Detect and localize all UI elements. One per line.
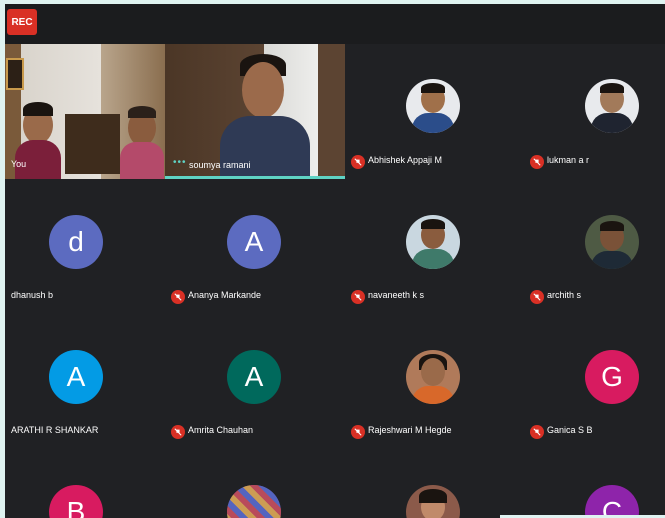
- participant-tile[interactable]: Abhishek Appaji M: [345, 44, 521, 177]
- avatar: A: [227, 215, 281, 269]
- participant-tile[interactable]: archith s: [524, 179, 665, 312]
- participant-tile[interactable]: [345, 449, 521, 518]
- participant-name: Abhishek Appaji M: [368, 155, 443, 165]
- participant-name: Rajeshwari M Hegde: [368, 425, 452, 435]
- participant-tile[interactable]: C: [524, 449, 665, 518]
- participant-tile[interactable]: G Ganica S B: [524, 314, 665, 447]
- top-bar: REC: [5, 4, 665, 44]
- speaking-indicator-icon: •••: [173, 157, 187, 168]
- person-right: [120, 106, 164, 179]
- participant-tile[interactable]: B: [5, 449, 167, 518]
- participant-name: Ananya Markande: [188, 290, 262, 300]
- avatar: d: [49, 215, 103, 269]
- mic-muted-icon: [351, 155, 365, 169]
- participant-tile[interactable]: [165, 449, 341, 518]
- mic-muted-icon: [171, 425, 185, 439]
- avatar: A: [49, 350, 103, 404]
- participant-tile[interactable]: A ARATHI R SHANKAR: [5, 314, 167, 447]
- speaker-name-label: soumya ramani: [189, 160, 251, 170]
- mic-muted-icon: [530, 425, 544, 439]
- avatar: [406, 215, 460, 269]
- participant-tile[interactable]: A Amrita Chauhan: [165, 314, 341, 447]
- avatar: A: [227, 350, 281, 404]
- participant-tile[interactable]: Rajeshwari M Hegde: [345, 314, 521, 447]
- participant-tile[interactable]: lukman a r: [524, 44, 665, 177]
- picture-frame: [6, 58, 24, 90]
- participant-name: dhanush b: [11, 290, 54, 300]
- self-name-label: You: [11, 159, 27, 169]
- participant-tile[interactable]: d dhanush b: [5, 179, 167, 312]
- avatar: [406, 79, 460, 133]
- mic-muted-icon: [530, 290, 544, 304]
- mic-muted-icon: [530, 155, 544, 169]
- avatar: [585, 79, 639, 133]
- self-video-tile[interactable]: You: [5, 44, 165, 179]
- avatar: [406, 485, 460, 518]
- participant-name: lukman a r: [547, 155, 590, 165]
- avatar: [227, 485, 281, 518]
- recording-badge: REC: [7, 9, 37, 35]
- mic-muted-icon: [351, 290, 365, 304]
- participant-name: Amrita Chauhan: [188, 425, 254, 435]
- meeting-grid: REC You ••• soumya ramani Abhishek Appaj…: [5, 4, 665, 518]
- mic-muted-icon: [351, 425, 365, 439]
- mic-muted-icon: [171, 290, 185, 304]
- participant-tile[interactable]: A Ananya Markande: [165, 179, 341, 312]
- avatar: G: [585, 350, 639, 404]
- bookshelf: [65, 114, 120, 174]
- participant-tile[interactable]: navaneeth k s: [345, 179, 521, 312]
- participant-name: navaneeth k s: [368, 290, 425, 300]
- avatar: [406, 350, 460, 404]
- avatar: [585, 215, 639, 269]
- avatar: C: [585, 485, 639, 518]
- participant-name: Ganica S B: [547, 425, 593, 435]
- speaker-video-tile[interactable]: ••• soumya ramani: [165, 44, 345, 179]
- participant-name: ARATHI R SHANKAR: [11, 425, 99, 435]
- participant-name: archith s: [547, 290, 582, 300]
- avatar: B: [49, 485, 103, 518]
